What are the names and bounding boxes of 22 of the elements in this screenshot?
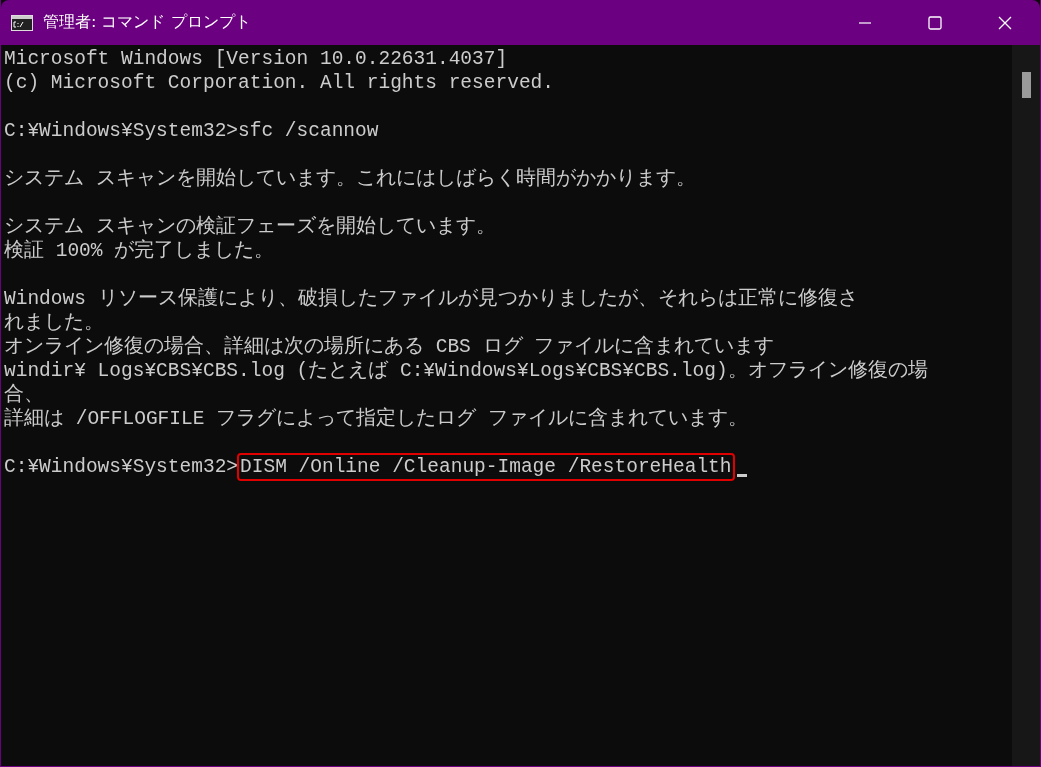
console-line: オンライン修復の場合、詳細は次の場所にある CBS ログ ファイルに含まれています: [4, 335, 775, 359]
console-line: システム スキャンの検証フェーズを開始しています。: [4, 215, 496, 239]
console-line: C:¥Windows¥System32>sfc /scannow: [4, 119, 379, 143]
console-line: windir¥ Logs¥CBS¥CBS.log (たとえば C:¥Windows¥Logs¥CBS¥CBS.log)。オフライン修復の場: [4, 359, 928, 383]
console-line: 検証 100% が完了しました。: [4, 239, 275, 263]
console-line: システム スキャンを開始しています。これにはしばらく時間がかかります。: [4, 167, 696, 191]
console-line: (c) Microsoft Corporation. All rights reserved.: [4, 71, 554, 95]
console-line: Microsoft Windows [Version 10.0.22631.4037]: [4, 47, 508, 71]
text-cursor: [736, 474, 747, 477]
highlighted-command: DISM /Online /Cleanup-Image /RestoreHealth: [237, 453, 735, 481]
console-line: れました。: [4, 311, 104, 335]
console-line: 合、: [4, 383, 44, 407]
window-title: 管理者: コマンド プロンプト: [43, 12, 252, 33]
console-app-icon: [11, 14, 33, 31]
scrollbar-thumb[interactable]: [1021, 72, 1031, 98]
prompt-path: C:¥Windows¥System32>: [4, 455, 239, 479]
minimize-icon: [859, 21, 871, 24]
maximize-icon: [927, 14, 943, 31]
console-line: 詳細は /OFFLOGFILE フラグによって指定したログ ファイルに含まれています。: [4, 407, 748, 431]
close-icon: [997, 14, 1013, 31]
scrollbar[interactable]: [1012, 45, 1040, 766]
console-line: Windows リソース保護により、破損したファイルが見つかりましたが、それらは正常に修復さ: [4, 287, 858, 311]
